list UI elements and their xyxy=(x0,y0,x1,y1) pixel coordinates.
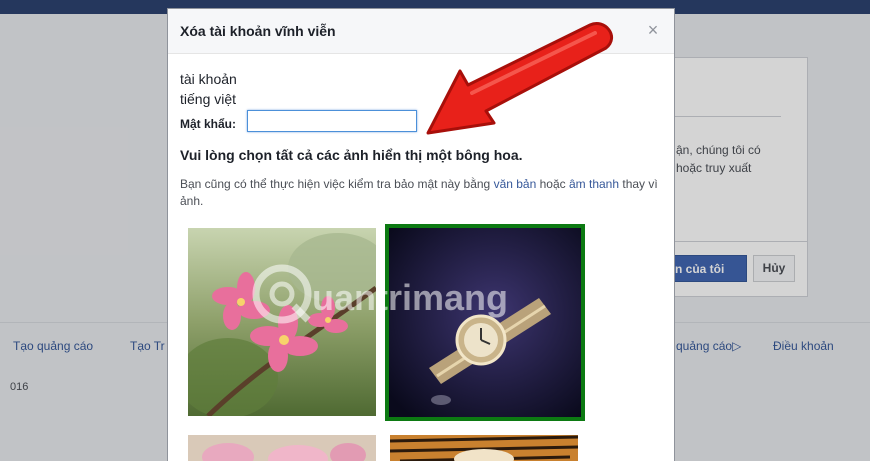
watermark-text: uantrimang xyxy=(312,277,508,318)
pink-flower-image xyxy=(188,435,376,461)
audio-captcha-link[interactable]: âm thanh xyxy=(569,177,619,191)
note-text: hoặc xyxy=(539,177,566,191)
note-text: Bạn cũng có thể thực hiện việc kiểm tra … xyxy=(180,177,491,191)
account-name-line: tiếng việt xyxy=(180,91,237,107)
dialog-title: Xóa tài khoản vĩnh viễn xyxy=(180,23,336,39)
password-label: Mật khẩu: xyxy=(180,117,237,131)
tiger-image xyxy=(390,435,578,461)
red-arrow-annotation xyxy=(426,22,614,135)
watermark-logo: uantrimang xyxy=(252,264,508,324)
captcha-alternative-note: Bạn cũng có thể thực hiện việc kiểm tra … xyxy=(180,176,660,210)
close-icon[interactable]: × xyxy=(644,21,662,39)
captcha-image-tile[interactable] xyxy=(390,435,578,461)
captcha-image-tile[interactable] xyxy=(188,435,376,461)
captcha-instruction: Vui lòng chọn tất cả các ảnh hiển thị mộ… xyxy=(180,147,523,163)
text-captcha-link[interactable]: văn bản xyxy=(494,177,537,191)
account-name-line: tài khoản xyxy=(180,71,237,87)
password-input[interactable] xyxy=(247,110,417,132)
